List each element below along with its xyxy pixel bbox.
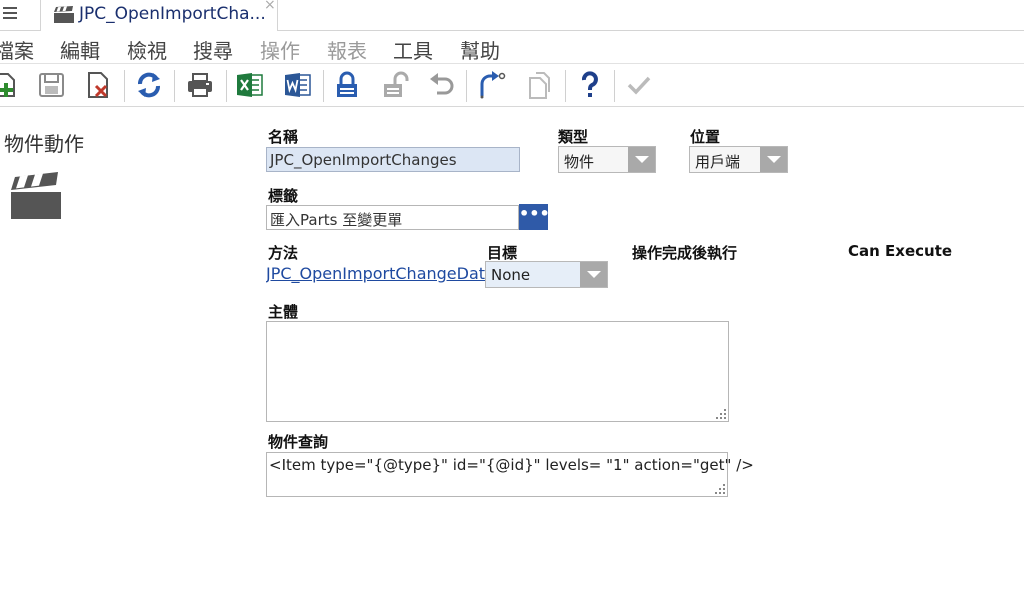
lock-icon[interactable] — [333, 70, 363, 100]
hamburger-menu-icon[interactable] — [3, 7, 17, 21]
menu-reports[interactable]: 報表 — [327, 35, 367, 64]
name-label: 名稱 — [268, 128, 299, 146]
refresh-icon[interactable] — [134, 70, 164, 100]
body-label: 主體 — [268, 303, 299, 321]
new-icon[interactable] — [0, 70, 22, 100]
chevron-down-icon[interactable] — [628, 147, 655, 172]
on-complete-label: 操作完成後執行 — [632, 244, 738, 262]
location-label: 位置 — [690, 128, 721, 146]
discard-icon[interactable] — [85, 70, 115, 100]
item-type-title: 物件動作 — [4, 132, 84, 156]
menu-file[interactable]: 檔案 — [0, 35, 34, 64]
save-icon[interactable] — [37, 70, 67, 100]
menu-search[interactable]: 搜尋 — [193, 35, 233, 64]
menu-view[interactable]: 檢視 — [127, 35, 167, 64]
label-input[interactable]: 匯入Parts 至變更單 — [266, 205, 519, 230]
print-icon[interactable] — [185, 70, 215, 100]
method-link[interactable]: JPC_OpenImportChangeData — [266, 264, 486, 283]
location-select[interactable]: 用戶端 — [689, 146, 788, 173]
copy-icon[interactable] — [524, 70, 554, 100]
label-field-label: 標籤 — [268, 187, 299, 205]
toolbar-separator — [124, 70, 125, 102]
menu-actions[interactable]: 操作 — [260, 35, 300, 64]
target-select[interactable]: None — [485, 261, 608, 288]
done-icon[interactable] — [624, 70, 654, 100]
chevron-down-icon[interactable] — [580, 262, 607, 287]
toolbar-separator — [466, 70, 467, 102]
location-select-value: 用戶端 — [695, 153, 741, 171]
tab-bar: JPC_OpenImportCha... × — [0, 0, 1024, 31]
type-label: 類型 — [558, 128, 589, 146]
method-label: 方法 — [268, 244, 299, 262]
toolbar-separator — [323, 70, 324, 102]
clapperboard-icon — [10, 172, 62, 224]
toolbar — [0, 63, 1024, 107]
menu-edit[interactable]: 編輯 — [60, 35, 100, 64]
type-select-value: 物件 — [564, 153, 595, 171]
menu-bar: 檔案 編輯 檢視 搜尋 操作 報表 工具 幫助 — [0, 32, 1024, 64]
query-label: 物件查詢 — [268, 433, 329, 451]
query-text: <Item type="{@type}" id="{@id}" levels= … — [269, 456, 754, 474]
query-textarea[interactable]: <Item type="{@type}" id="{@id}" levels= … — [266, 452, 754, 497]
can-execute-label: Can Execute — [848, 242, 953, 260]
help-icon[interactable] — [575, 70, 605, 100]
chevron-down-icon[interactable] — [760, 147, 787, 172]
promote-icon[interactable] — [476, 70, 506, 100]
name-input[interactable]: JPC_OpenImportChanges — [266, 147, 520, 172]
word-icon[interactable] — [283, 70, 313, 100]
document-tab[interactable]: JPC_OpenImportCha... × — [40, 0, 278, 31]
type-select[interactable]: 物件 — [558, 146, 656, 173]
body-textarea[interactable] — [266, 321, 729, 422]
resize-grip-icon[interactable] — [716, 409, 726, 419]
menu-tools[interactable]: 工具 — [393, 35, 433, 64]
toolbar-separator — [226, 70, 227, 102]
tab-title: JPC_OpenImportCha... — [79, 4, 266, 24]
unlock-icon[interactable] — [381, 70, 411, 100]
label-translations-button[interactable]: ••• — [519, 204, 550, 230]
toolbar-separator — [614, 70, 615, 102]
target-select-value: None — [491, 266, 531, 284]
toolbar-separator — [174, 70, 175, 102]
resize-grip-icon[interactable] — [715, 484, 725, 494]
close-tab-icon[interactable]: × — [264, 0, 276, 13]
undo-icon[interactable] — [427, 70, 457, 100]
menu-help[interactable]: 幫助 — [460, 35, 500, 64]
target-label: 目標 — [487, 244, 518, 262]
clapperboard-icon — [53, 6, 75, 28]
toolbar-separator — [565, 70, 566, 102]
excel-icon[interactable] — [235, 70, 265, 100]
